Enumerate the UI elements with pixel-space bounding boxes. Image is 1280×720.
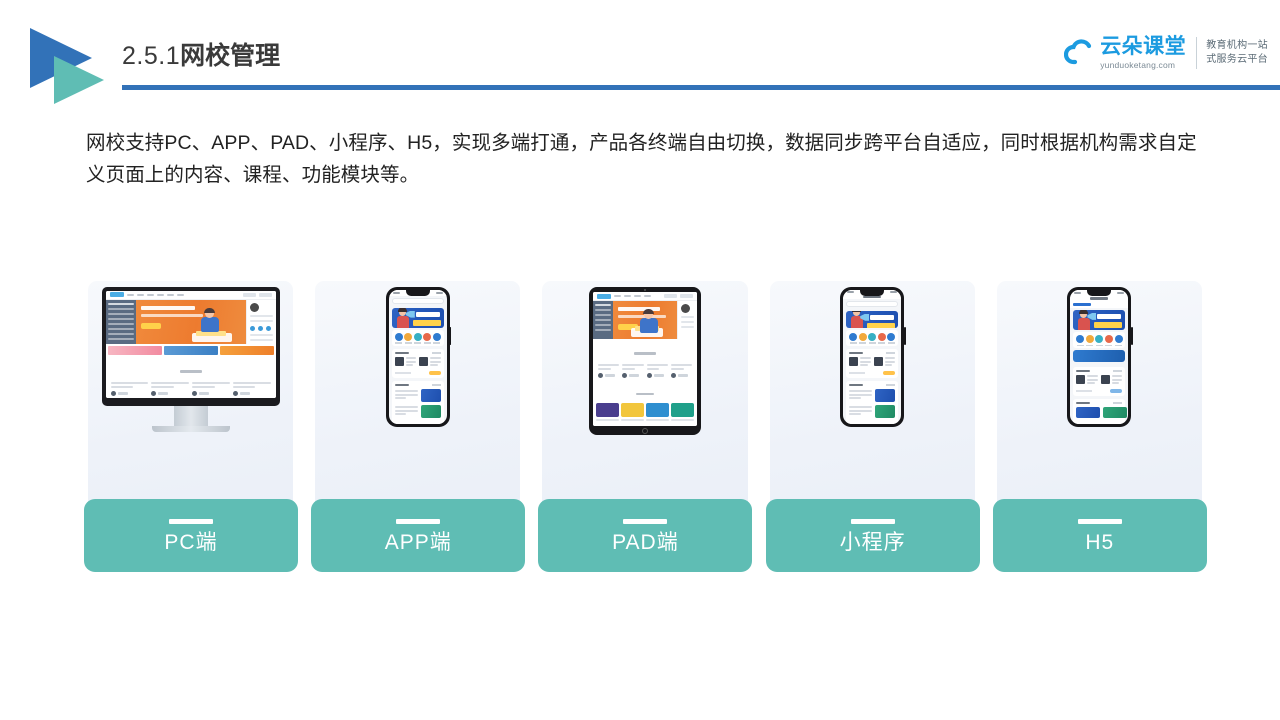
- platform-label-miniprogram[interactable]: 小程序: [765, 499, 980, 572]
- monitor-stand-base: [151, 426, 230, 432]
- device-illustration-slot: [88, 281, 293, 451]
- phone-side-button-icon: [1131, 327, 1133, 345]
- page-title: 2.5.1网校管理: [122, 44, 280, 69]
- platform-label-h5[interactable]: H5: [992, 499, 1207, 572]
- smartphone-illustration: [1067, 287, 1133, 427]
- avatar: [681, 304, 690, 313]
- phone-notch-icon: [1087, 290, 1112, 296]
- platform-label-text: PAD端: [612, 530, 679, 554]
- section-title: 网校管理: [180, 42, 281, 70]
- slide-root: 2.5.1网校管理 云朵课堂 yunduoketang.com 教育机构一站 式…: [0, 0, 1280, 720]
- device-illustration-slot: [315, 281, 520, 451]
- avatar: [249, 302, 259, 312]
- platform-label-text: H5: [1085, 530, 1115, 554]
- platform-label-pad[interactable]: PAD端: [538, 499, 753, 572]
- quick-entry-icon-row[interactable]: [846, 329, 899, 346]
- hero-illustration-icon: [191, 307, 232, 342]
- site-logo-icon: [109, 292, 124, 298]
- brand-tagline-line-1: 教育机构一站: [1206, 39, 1268, 51]
- recommended-list: [391, 380, 444, 424]
- phone-notch-icon: [405, 290, 430, 296]
- brand-logo: 云朵课堂 yunduoketang.com 教育机构一站 式服务云平台: [1064, 30, 1268, 76]
- label-tick-icon: [1077, 518, 1122, 524]
- device-illustration-slot: [770, 281, 975, 451]
- person-illustration-icon: [395, 307, 411, 328]
- device-illustration-slot: [997, 281, 1202, 451]
- platform-card-miniprogram[interactable]: 小程序: [765, 281, 980, 572]
- platform-card-h5[interactable]: H5: [992, 281, 1207, 572]
- double-arrow-logo-icon: [26, 28, 130, 106]
- platform-label-pc[interactable]: PC端: [84, 499, 298, 572]
- arrow-triangle-teal-icon: [54, 56, 104, 104]
- platform-card-row: PC端 APP端 PAD端 小程序 H5: [84, 281, 1207, 572]
- platform-label-text: APP端: [384, 530, 452, 554]
- monitor-stand-neck: [173, 406, 208, 426]
- search-input[interactable]: [846, 301, 899, 307]
- brand-url: yunduoketang.com: [1100, 59, 1176, 70]
- platform-label-app[interactable]: APP端: [311, 499, 526, 572]
- phone-side-button-icon: [449, 327, 452, 345]
- course-section: [846, 348, 899, 378]
- person-illustration-icon: [1076, 309, 1092, 331]
- slide-header: 2.5.1网校管理 云朵课堂 yunduoketang.com 教育机构一站 式…: [0, 0, 1280, 110]
- title-underline-rule: [122, 85, 1280, 90]
- brand-tagline-line-2: 式服务云平台: [1206, 54, 1268, 65]
- platform-label-text: 小程序: [839, 530, 906, 554]
- app-hero-banner: [846, 310, 899, 328]
- platform-card-pad[interactable]: PAD端: [538, 281, 753, 572]
- search-input[interactable]: [391, 297, 444, 304]
- course-section: [1073, 366, 1126, 396]
- device-illustration-slot: [542, 281, 747, 451]
- hero-illustration-icon: [631, 309, 663, 337]
- section-number: 2.5.1: [122, 42, 181, 70]
- smartphone-illustration: [840, 287, 906, 427]
- recommended-list: [846, 380, 899, 424]
- label-tick-icon: [396, 518, 441, 524]
- brand-divider: [1196, 37, 1198, 69]
- h5-hero-banner: [1073, 309, 1126, 331]
- body-paragraph: 网校支持PC、APP、PAD、小程序、H5，实现多端打通，产品各终端自由切换，数…: [86, 132, 1197, 186]
- desktop-monitor-illustration: [101, 287, 280, 432]
- label-tick-icon: [169, 518, 213, 524]
- smartphone-illustration: [385, 287, 452, 427]
- tablet-illustration: [589, 287, 701, 435]
- course-grid: [593, 401, 697, 419]
- label-tick-icon: [850, 518, 895, 524]
- quick-entry-icon-row[interactable]: [1073, 332, 1126, 349]
- brand-name: 云朵课堂: [1100, 35, 1187, 59]
- brand-text-block: 云朵课堂 yunduoketang.com: [1100, 35, 1187, 70]
- app-hero-banner: [391, 307, 444, 328]
- webcam-icon: [644, 289, 646, 291]
- promo-banner[interactable]: [1073, 350, 1126, 362]
- quick-entry-icon-row[interactable]: [391, 329, 444, 346]
- cloud-icon: [1064, 36, 1098, 70]
- label-tick-icon: [623, 518, 668, 524]
- phone-notch-icon: [860, 290, 885, 296]
- site-logo-icon: [597, 293, 611, 299]
- course-section: [391, 348, 444, 378]
- home-button-icon[interactable]: [642, 427, 648, 434]
- recommended-list: [1073, 398, 1128, 424]
- platform-card-app[interactable]: APP端: [311, 281, 526, 572]
- phone-side-button-icon: [904, 327, 906, 345]
- platform-card-pc[interactable]: PC端: [84, 281, 298, 572]
- site-logo-icon: [1073, 303, 1092, 307]
- site-brand-bar: [1070, 301, 1129, 308]
- brand-tagline: 教育机构一站 式服务云平台: [1206, 39, 1268, 67]
- platform-label-text: PC端: [164, 530, 218, 554]
